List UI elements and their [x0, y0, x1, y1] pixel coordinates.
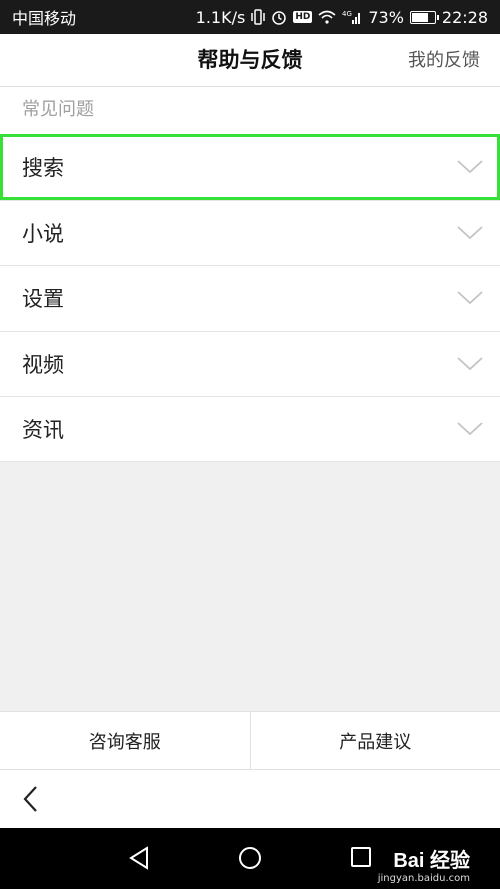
back-bar [0, 770, 500, 828]
bottom-actions: 咨询客服 产品建议 [0, 711, 500, 770]
faq-item-news[interactable]: 资讯 [0, 396, 500, 462]
baidu-jingyan-watermark: Bai 经验 jingyan.baidu.com [378, 844, 470, 884]
carrier-name: 中国移动 [12, 9, 77, 28]
nav-recents-button[interactable] [350, 846, 372, 872]
consult-service-button[interactable]: 咨询客服 [0, 712, 250, 769]
faq-item-label: 视频 [22, 352, 64, 377]
svg-text:4G: 4G [342, 10, 352, 18]
chevron-down-icon [456, 159, 484, 175]
clock: 22:28 [441, 7, 488, 27]
vibrate-icon [251, 9, 266, 25]
chevron-down-icon [456, 290, 484, 306]
nav-back-button[interactable] [128, 846, 150, 874]
faq-item-label: 资讯 [22, 417, 64, 442]
help-feedback-screen: 中国移动 1.1K/s HD 4G 73% 22:28 帮助与反馈 我的反馈 常… [0, 0, 500, 889]
signal-icon: 4G [342, 10, 362, 25]
faq-item-label: 设置 [22, 287, 64, 312]
faq-item-label: 小说 [22, 221, 64, 246]
hd-icon: HD [293, 11, 313, 23]
status-bar: 中国移动 1.1K/s HD 4G 73% 22:28 [0, 0, 500, 34]
chevron-down-icon [456, 356, 484, 372]
system-nav-bar: Bai 经验 jingyan.baidu.com [0, 828, 500, 889]
faq-item-novel[interactable]: 小说 [0, 199, 500, 265]
battery-percent: 73% [368, 7, 404, 27]
nav-home-button[interactable] [238, 846, 262, 874]
faq-list: 搜索 小说 设置 视频 资讯 [0, 134, 500, 462]
faq-section-label: 常见问题 [0, 87, 500, 134]
alarm-icon [271, 9, 287, 25]
faq-item-search[interactable]: 搜索 [0, 134, 500, 200]
watermark-logo: Bai 经验 [393, 850, 470, 872]
my-feedback-link[interactable]: 我的反馈 [408, 34, 480, 87]
faq-item-label: 搜索 [22, 156, 64, 181]
app-header: 帮助与反馈 我的反馈 [0, 34, 500, 87]
watermark-url: jingyan.baidu.com [377, 873, 470, 884]
back-button[interactable] [18, 783, 46, 815]
chevron-left-icon [18, 786, 46, 819]
faq-item-video[interactable]: 视频 [0, 330, 500, 396]
chevron-down-icon [456, 225, 484, 241]
chevron-down-icon [456, 421, 484, 437]
wifi-icon [318, 10, 336, 24]
faq-item-settings[interactable]: 设置 [0, 265, 500, 331]
network-speed: 1.1K/s [195, 7, 246, 27]
battery-icon [409, 10, 439, 24]
product-suggestion-button[interactable]: 产品建议 [249, 712, 500, 769]
